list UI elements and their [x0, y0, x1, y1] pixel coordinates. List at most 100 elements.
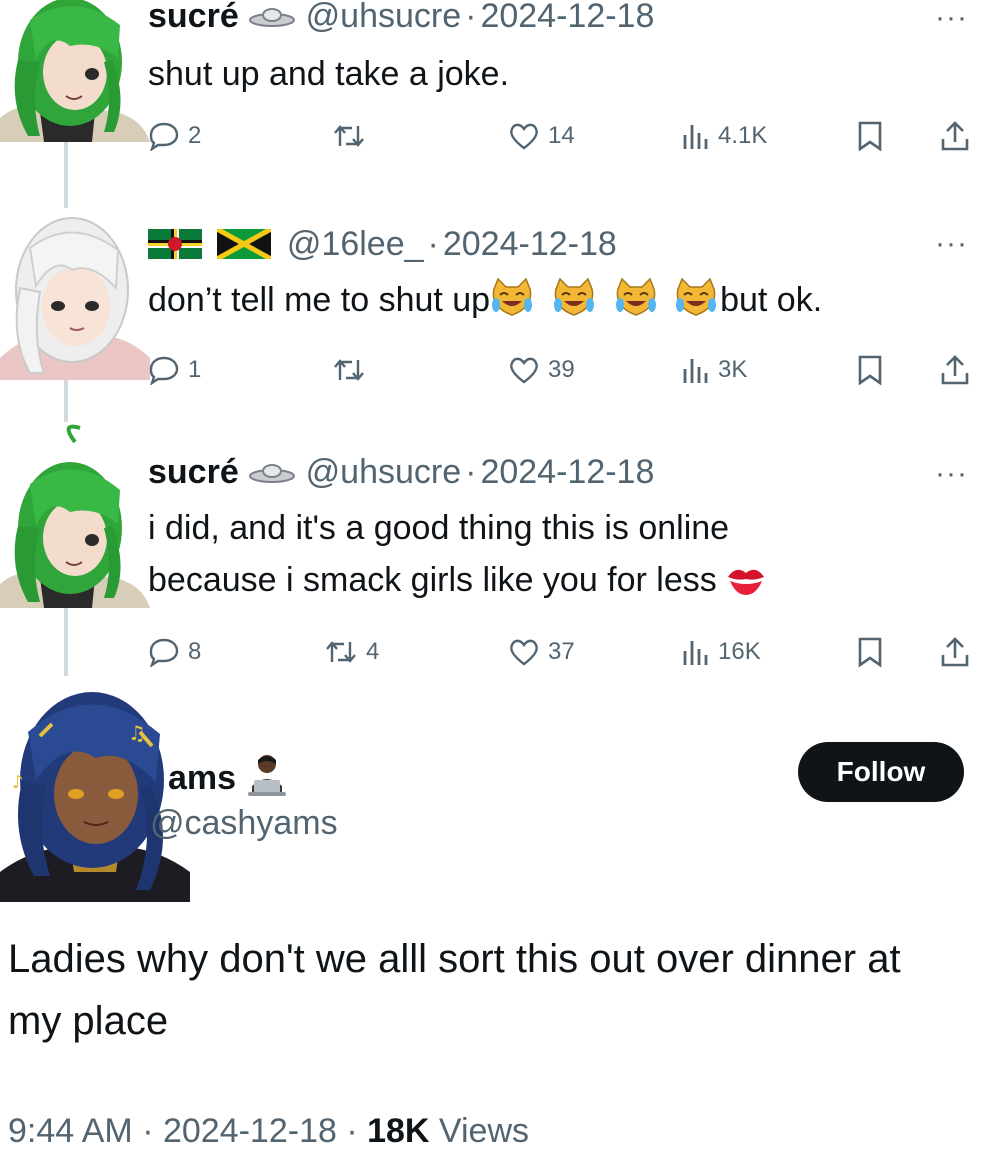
tweet-header: @16lee_ · 2024-12-18 [148, 224, 617, 264]
svg-text:♪: ♪ [12, 772, 24, 793]
more-options-icon[interactable]: ··· [935, 3, 968, 33]
crying-laughing-cat-icon [490, 277, 720, 334]
handle[interactable]: @cashyams [150, 804, 338, 843]
display-name[interactable]: sucré [148, 453, 239, 491]
separator: · [465, 453, 477, 491]
tweet-text-part: don’t tell me to shut up [148, 281, 491, 319]
ufo-icon [248, 0, 305, 35]
reply-icon [149, 356, 179, 385]
retweet-button[interactable] [332, 348, 374, 392]
tweet-meta: 9:44 AM · 2024-12-18 · 18K Views [8, 1112, 529, 1151]
avatar[interactable] [0, 208, 150, 380]
dominica-flag-icon [148, 225, 211, 263]
retweet-icon [334, 359, 364, 381]
view-count: 3K [718, 356, 748, 383]
avatar[interactable] [0, 422, 150, 608]
retweet-icon [334, 125, 364, 147]
reply-button[interactable]: 2 [148, 114, 201, 158]
tweet-text: don’t tell me to shut up but ok. [148, 274, 822, 334]
view-count: 16K [718, 638, 761, 665]
tweet-header: sucré @uhsucre · 2024-12-18 [148, 452, 654, 492]
ufo-icon [248, 453, 305, 491]
tweet-text-part: but ok. [720, 281, 823, 319]
share-icon [941, 637, 969, 667]
technologist-icon [248, 752, 287, 805]
tweet-header: sucré @uhsucre · 2024-12-18 [148, 0, 654, 36]
follow-button[interactable]: Follow [798, 742, 964, 802]
like-button[interactable]: 39 [508, 348, 575, 392]
view-count: 4.1K [718, 122, 768, 149]
share-button[interactable] [940, 114, 970, 158]
action-bar: 8 4 37 16K [148, 630, 978, 674]
action-bar: 2 14 4.1K [148, 114, 978, 158]
handle[interactable]: @uhsucre [306, 453, 461, 491]
tweet-date[interactable]: 2024-12-18 [480, 453, 654, 491]
bookmark-button[interactable] [856, 630, 884, 674]
reply-icon [149, 638, 179, 667]
separator: · [336, 1112, 368, 1150]
svg-text:♫: ♫ [128, 721, 146, 745]
reply-button[interactable]: 8 [148, 630, 201, 674]
tweet-date[interactable]: 2024-12-18 [163, 1112, 337, 1150]
views-button[interactable]: 4.1K [680, 114, 767, 158]
more-options-icon[interactable]: ··· [935, 459, 968, 489]
tweet-time[interactable]: 9:44 AM [8, 1112, 133, 1150]
reply-count: 1 [188, 356, 202, 383]
like-button[interactable]: 14 [508, 114, 575, 158]
views-button[interactable]: 3K [680, 348, 747, 392]
display-name[interactable]: ams [168, 759, 236, 798]
heart-icon [510, 357, 538, 384]
reply-count: 2 [188, 122, 202, 149]
share-button[interactable] [940, 348, 970, 392]
retweet-count: 4 [366, 638, 380, 665]
retweet-icon [326, 641, 356, 663]
retweet-button[interactable] [332, 114, 374, 158]
reply-icon [149, 122, 179, 151]
avatar[interactable] [0, 0, 150, 142]
tweet-text: Ladies why don't we alll sort this out o… [8, 937, 901, 1043]
handle[interactable]: @16lee_ [287, 225, 424, 263]
views-icon [683, 641, 708, 665]
heart-icon [510, 639, 538, 666]
views-button[interactable]: 16K [680, 630, 761, 674]
bookmark-icon [858, 355, 882, 386]
bookmark-icon [858, 121, 882, 152]
avatar[interactable]: ♫ ♪ [0, 676, 190, 902]
bookmark-button[interactable] [856, 348, 884, 392]
retweet-button[interactable]: 4 [324, 630, 379, 674]
kiss-mark-icon [726, 560, 766, 612]
views-count: 18K [367, 1112, 430, 1150]
heart-icon [510, 123, 538, 150]
share-icon [941, 355, 969, 385]
display-name[interactable]: sucré [148, 0, 239, 35]
reply-tweet-2: @16lee_ · 2024-12-18 ··· don’t tell me to … [0, 200, 990, 420]
views-icon [683, 359, 708, 383]
more-options-icon[interactable]: ··· [935, 229, 968, 259]
views-icon [683, 125, 708, 149]
main-display-name-row: ams [168, 752, 287, 805]
like-count: 37 [548, 638, 575, 665]
tweet-date[interactable]: 2024-12-18 [480, 0, 654, 35]
bookmark-button[interactable] [856, 114, 884, 158]
bookmark-icon [858, 637, 882, 668]
action-bar: 1 39 3K [148, 348, 978, 392]
share-icon [941, 121, 969, 151]
reply-tweet-1: sucré @uhsucre · 2024-12-18 ··· shut up an… [0, 0, 990, 200]
tweet-text-line-2: because i smack girls like you for less [148, 554, 766, 612]
reply-tweet-3: sucré @uhsucre · 2024-12-18 ··· i did, and… [0, 420, 990, 680]
views-label: Views [429, 1112, 530, 1150]
separator: · [465, 0, 477, 35]
handle[interactable]: @uhsucre [306, 0, 461, 35]
reply-count: 8 [188, 638, 202, 665]
reply-button[interactable]: 1 [148, 348, 201, 392]
tweet-text-line-1: i did, and it's a good thing this is onl… [148, 509, 730, 547]
tweet-text: shut up and take a joke. [148, 55, 510, 93]
like-count: 14 [548, 122, 575, 149]
share-button[interactable] [940, 630, 970, 674]
jamaica-flag-icon [216, 225, 280, 263]
like-count: 39 [548, 356, 575, 383]
separator: · [132, 1112, 163, 1150]
like-button[interactable]: 37 [508, 630, 575, 674]
tweet-date[interactable]: 2024-12-18 [443, 225, 617, 263]
tweet-text-part: because i smack girls like you for less [148, 561, 717, 599]
